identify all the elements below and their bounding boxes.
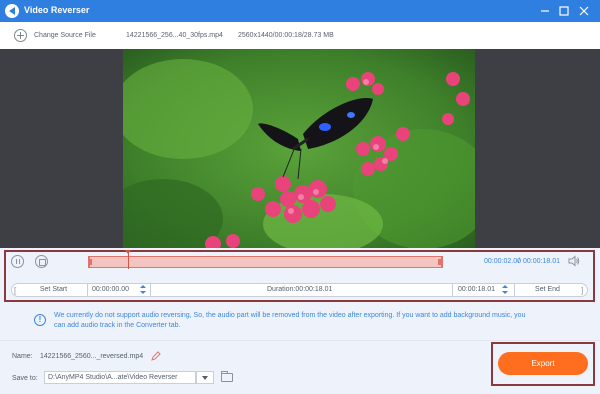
right-bracket-icon: ] xyxy=(581,286,584,295)
notice-line-1: We currently do not support audio revers… xyxy=(54,312,526,319)
duration-text: Duration:00:00:18.01 xyxy=(267,286,333,293)
left-bracket-icon: [ xyxy=(14,286,17,295)
close-button[interactable] xyxy=(576,3,592,19)
set-end-button[interactable]: Set End xyxy=(514,284,580,296)
timeline-track-top xyxy=(88,256,443,257)
end-time-stepper[interactable] xyxy=(502,285,508,295)
controls-panel: 00:00:02.00 / 00:00:18.01 [ Set Start 00… xyxy=(0,248,600,353)
start-time-stepper[interactable] xyxy=(140,285,146,295)
minimize-icon xyxy=(541,10,549,12)
playhead[interactable] xyxy=(128,252,129,269)
close-icon xyxy=(579,6,589,16)
output-name: 14221566_2560..._reversed.mp4 xyxy=(40,353,144,360)
file-info: 2560x1440/00:00:18/28.73 MB xyxy=(238,32,334,39)
plus-icon[interactable] xyxy=(14,29,27,42)
timeline-track-bottom xyxy=(88,267,443,268)
time-separator: / xyxy=(518,258,520,265)
maximize-icon xyxy=(559,6,569,16)
maximize-button[interactable] xyxy=(556,3,572,19)
current-time: 00:00:02.00 xyxy=(484,258,521,265)
trim-row: [ Set Start 00:00:00.00 Duration:00:00:1… xyxy=(11,283,588,297)
folder-icon[interactable] xyxy=(221,371,233,382)
set-start-button[interactable]: Set Start xyxy=(20,284,88,296)
window-title: Video Reverser xyxy=(24,5,90,15)
app-icon xyxy=(5,4,19,18)
divider xyxy=(452,284,453,296)
trim-start-handle[interactable] xyxy=(89,259,92,265)
notice-line-2: can add audio track in the Converter tab… xyxy=(54,322,181,329)
divider xyxy=(150,284,151,296)
export-button[interactable]: Export xyxy=(498,352,588,375)
toolbar: Change Source File 14221566_256...40_30f… xyxy=(0,22,600,49)
file-name: 14221566_256...40_30fps.mp4 xyxy=(126,32,223,39)
trim-end-handle[interactable] xyxy=(438,259,441,265)
video-frame xyxy=(123,49,475,248)
edit-icon[interactable] xyxy=(151,351,161,361)
playhead-marker[interactable] xyxy=(125,250,131,254)
chevron-down-icon[interactable] xyxy=(196,371,214,384)
pause-icon[interactable] xyxy=(11,255,24,268)
stop-icon[interactable] xyxy=(35,255,48,268)
end-time-field[interactable]: 00:00:18.01 xyxy=(458,284,495,296)
volume-icon[interactable] xyxy=(568,255,580,267)
change-source-button[interactable]: Change Source File xyxy=(34,32,96,39)
info-icon: ! xyxy=(34,314,46,326)
save-path-field[interactable]: D:\AnyMP4 Studio\A...ate\Video Reverser xyxy=(44,371,196,384)
title-bar: Video Reverser xyxy=(0,0,600,22)
name-label: Name: xyxy=(12,353,33,360)
timeline-track[interactable] xyxy=(88,257,443,267)
video-preview xyxy=(0,49,600,248)
save-to-label: Save to: xyxy=(12,375,38,382)
start-time-field[interactable]: 00:00:00.00 xyxy=(92,284,129,296)
butterfly-on-flowers-image xyxy=(123,49,475,248)
minimize-button[interactable] xyxy=(537,3,553,19)
total-time: 00:00:18.01 xyxy=(523,258,560,265)
